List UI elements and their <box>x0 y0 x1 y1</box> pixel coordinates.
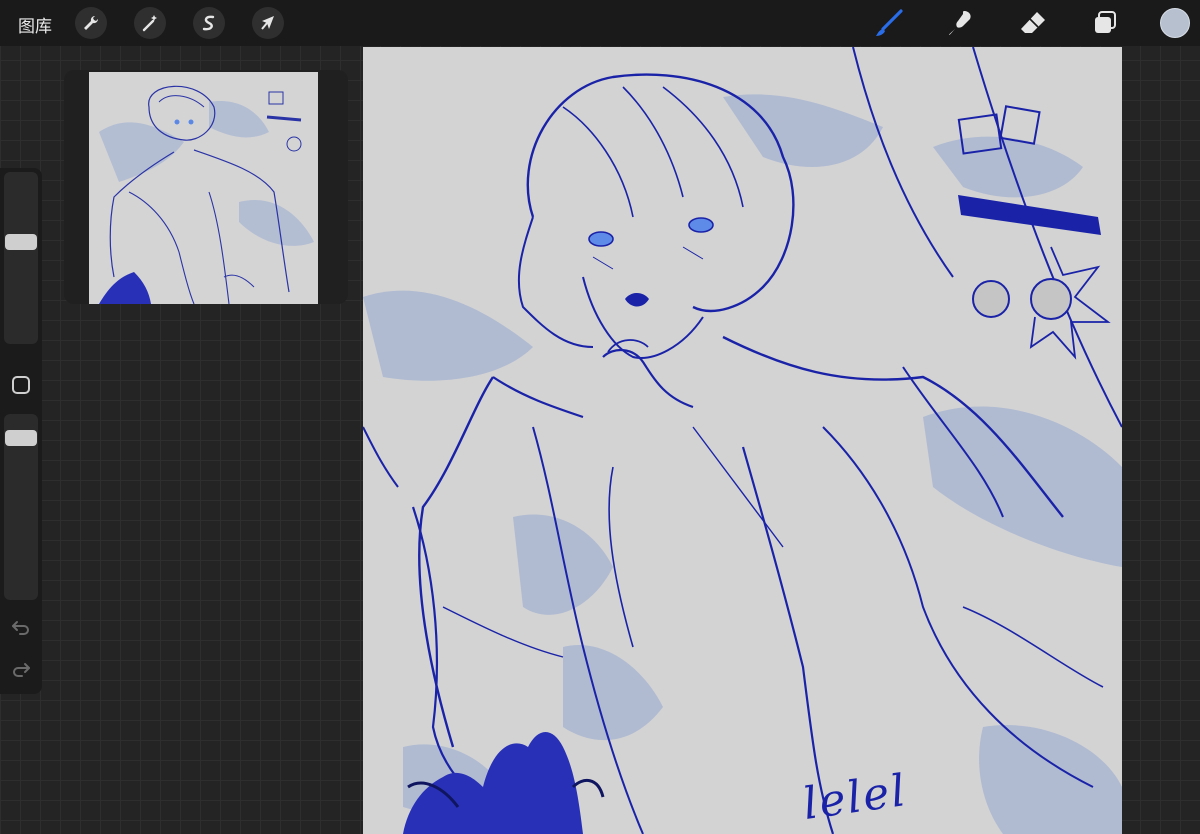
brush-button[interactable] <box>874 8 904 38</box>
sidebar <box>0 168 42 694</box>
eraser-button[interactable] <box>1018 8 1048 38</box>
magic-wand-icon <box>142 15 157 32</box>
actions-button[interactable] <box>75 7 107 39</box>
selection-s-icon <box>202 15 215 31</box>
brush-icon <box>876 9 903 36</box>
opacity-slider[interactable] <box>4 414 38 600</box>
selection-button[interactable] <box>193 7 225 39</box>
arrow-cursor-icon <box>261 16 274 30</box>
transform-button[interactable] <box>252 7 284 39</box>
top-toolbar: 图库 <box>0 0 1200 46</box>
smudge-icon <box>949 11 971 35</box>
opacity-thumb[interactable] <box>5 430 37 446</box>
brush-size-slider[interactable] <box>4 172 38 344</box>
brush-size-thumb[interactable] <box>5 234 37 250</box>
layers-icon <box>1095 11 1116 33</box>
drawing-canvas[interactable]: lelel <box>363 47 1122 834</box>
layers-button[interactable] <box>1090 8 1120 38</box>
smudge-button[interactable] <box>946 8 976 38</box>
wrench-icon <box>84 15 99 30</box>
artwork <box>363 47 1122 834</box>
eraser-icon <box>1021 12 1045 33</box>
square-modifier-icon[interactable] <box>12 376 30 394</box>
adjustments-button[interactable] <box>134 7 166 39</box>
color-picker-button[interactable] <box>1160 8 1190 38</box>
gallery-button[interactable]: 图库 <box>18 12 52 37</box>
reference-thumbnail <box>89 72 318 304</box>
undo-icon[interactable] <box>10 616 32 638</box>
redo-icon[interactable] <box>10 658 32 680</box>
